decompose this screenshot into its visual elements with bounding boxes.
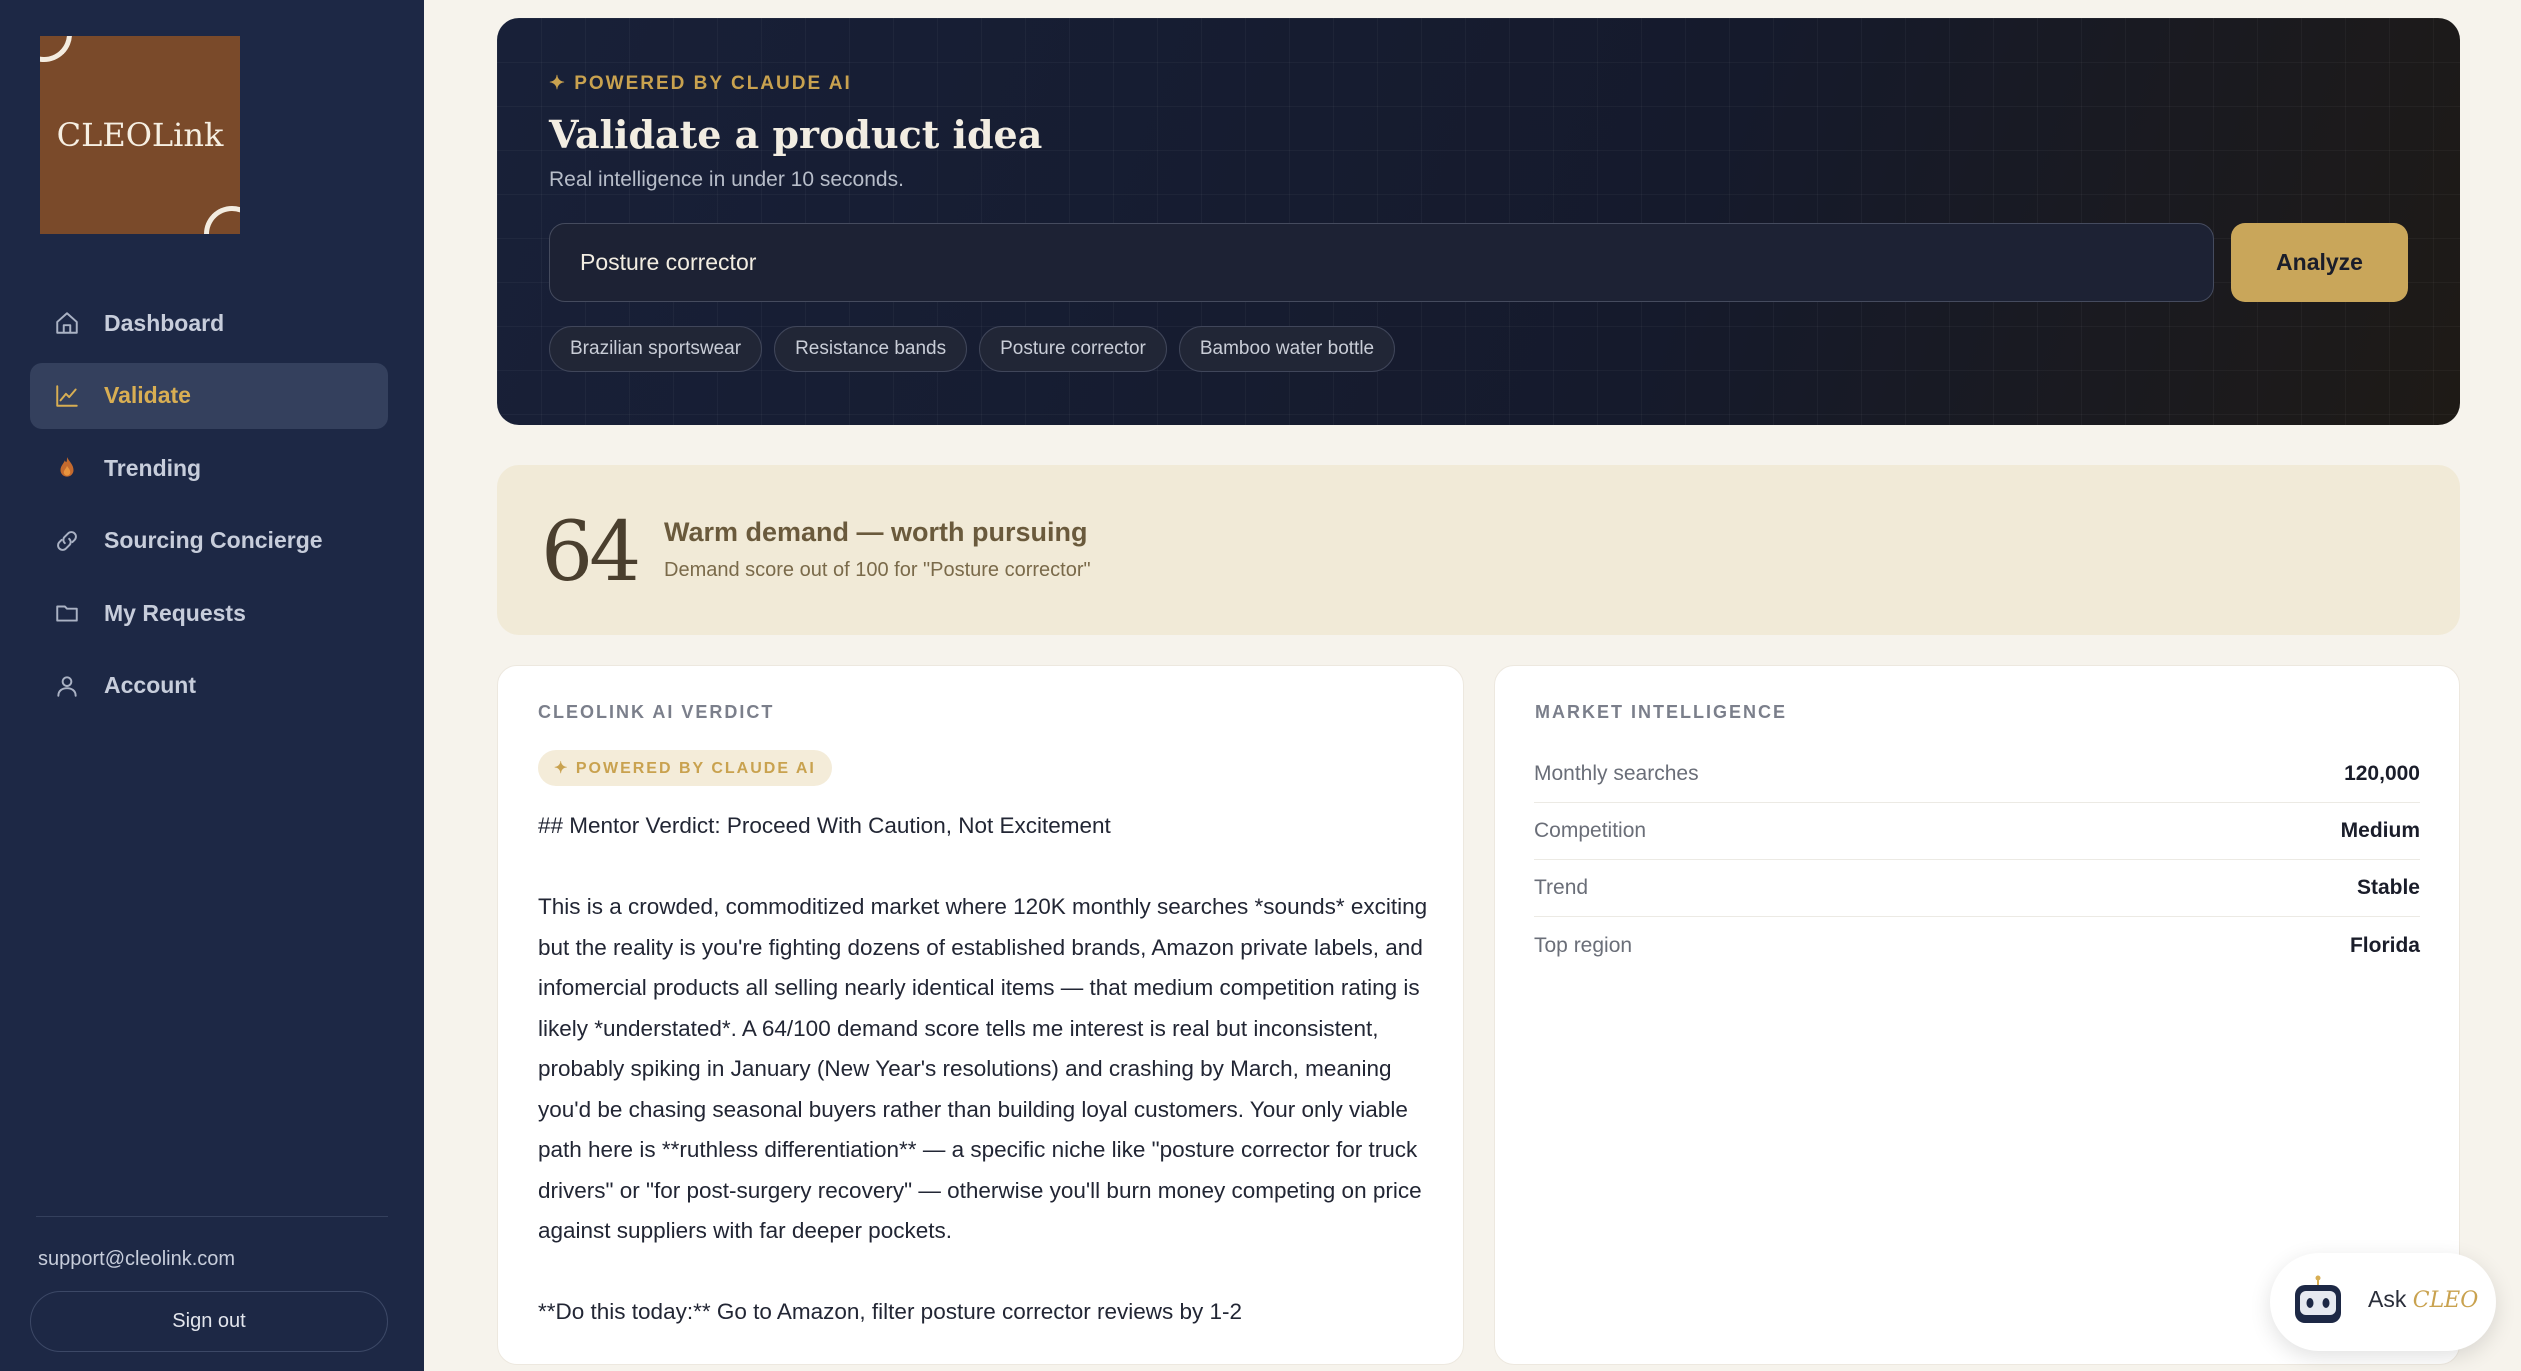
- ask-cleo-label: Ask CLEO: [2368, 1286, 2478, 1313]
- analyze-button[interactable]: Analyze: [2231, 223, 2408, 302]
- sidebar-item-trending[interactable]: Trending: [30, 435, 388, 501]
- suggestion-chip[interactable]: Resistance bands: [774, 326, 968, 372]
- market-card-label: MARKET INTELLIGENCE: [1535, 702, 1787, 722]
- demand-score-card: 64 Warm demand — worth pursuing Demand s…: [497, 465, 2460, 635]
- sidebar-item-sourcing-concierge[interactable]: Sourcing Concierge: [30, 508, 388, 574]
- sidebar-item-my-requests[interactable]: My Requests: [30, 580, 388, 646]
- ask-cleo-button[interactable]: Ask CLEO: [2270, 1253, 2496, 1351]
- metric-value: Stable: [2356, 876, 2420, 899]
- flame-icon: [54, 455, 80, 481]
- metric-row-competition: Competition Medium: [1534, 803, 2420, 860]
- logo-arc-bottom: [204, 206, 240, 234]
- link-icon: [54, 528, 80, 554]
- demand-score-title: Warm demand — worth pursuing: [664, 517, 1088, 547]
- suggestion-chip[interactable]: Brazilian sportswear: [549, 326, 763, 372]
- demand-score-subtitle: Demand score out of 100 for "Posture cor…: [664, 559, 1091, 581]
- page-subtitle: Real intelligence in under 10 seconds.: [549, 168, 904, 191]
- verdict-card-label: CLEOLINK AI VERDICT: [538, 702, 775, 722]
- suggestion-chips: Brazilian sportswear Resistance bands Po…: [549, 326, 1396, 372]
- verdict-heading: ## Mentor Verdict: Proceed With Caution,…: [538, 813, 1111, 838]
- sidebar-item-label: Account: [104, 672, 196, 698]
- suggestion-chip[interactable]: Posture corrector: [979, 326, 1167, 372]
- sidebar-item-label: Trending: [104, 454, 202, 481]
- sidebar-item-label: My Requests: [104, 599, 246, 626]
- sidebar-item-account[interactable]: Account: [30, 653, 388, 719]
- cleo-brand-text: CLEO: [2412, 1288, 2479, 1313]
- verdict-body: This is a crowded, commoditized market w…: [538, 894, 1428, 1243]
- metric-value: Florida: [2349, 933, 2420, 957]
- chart-line-icon: [54, 383, 80, 409]
- metric-row-top-region: Top region Florida: [1534, 917, 2420, 974]
- product-search-input[interactable]: [580, 249, 2183, 276]
- sidebar-nav: Dashboard Validate Trending Sourcing Con…: [30, 290, 388, 725]
- page-title: Validate a product idea: [549, 112, 1043, 157]
- verdict-action: **Do this today:** Go to Amazon, filter …: [538, 1299, 1243, 1324]
- suggestion-chip[interactable]: Bamboo water bottle: [1178, 326, 1396, 372]
- sidebar: CLEOLink Dashboard Validate Trending Sou…: [0, 0, 424, 1371]
- user-icon: [54, 673, 80, 699]
- verdict-text: ## Mentor Verdict: Proceed With Caution,…: [538, 806, 1428, 1364]
- support-email[interactable]: support@cleolink.com: [38, 1248, 235, 1271]
- home-icon: [54, 310, 80, 336]
- validate-hero: ✦ POWERED BY CLAUDE AI Validate a produc…: [497, 18, 2460, 425]
- sign-out-button[interactable]: Sign out: [30, 1291, 388, 1352]
- metric-value: 120,000: [2344, 762, 2420, 785]
- metric-label: Top region: [1534, 933, 1633, 957]
- metric-value: Medium: [2340, 819, 2420, 842]
- metric-label: Competition: [1534, 819, 1647, 842]
- sidebar-item-label: Validate: [104, 382, 191, 408]
- metric-label: Trend: [1534, 876, 1589, 899]
- metric-label: Monthly searches: [1534, 762, 1699, 785]
- logo-arc-top: [40, 36, 72, 62]
- sidebar-item-validate[interactable]: Validate: [30, 362, 388, 429]
- folder-icon: [54, 600, 80, 626]
- sidebar-item-label: Sourcing Concierge: [104, 527, 323, 553]
- ask-label: Ask: [2368, 1286, 2407, 1312]
- metric-row-monthly-searches: Monthly searches 120,000: [1534, 746, 2420, 803]
- demand-score-value: 64: [541, 505, 641, 600]
- metric-row-trend: Trend Stable: [1534, 860, 2420, 917]
- logo-text: CLEOLink: [56, 116, 224, 154]
- brand-logo[interactable]: CLEOLink: [40, 36, 240, 234]
- powered-by-badge: ✦ POWERED BY CLAUDE AI: [538, 750, 832, 786]
- robot-icon: [2290, 1273, 2346, 1329]
- sidebar-item-label: Dashboard: [104, 309, 225, 336]
- ai-verdict-card: CLEOLINK AI VERDICT ✦ POWERED BY CLAUDE …: [497, 665, 1464, 1365]
- product-search-field[interactable]: [549, 223, 2214, 302]
- sidebar-divider: [36, 1216, 388, 1217]
- sidebar-item-dashboard[interactable]: Dashboard: [30, 290, 388, 356]
- powered-by-label: ✦ POWERED BY CLAUDE AI: [549, 73, 852, 94]
